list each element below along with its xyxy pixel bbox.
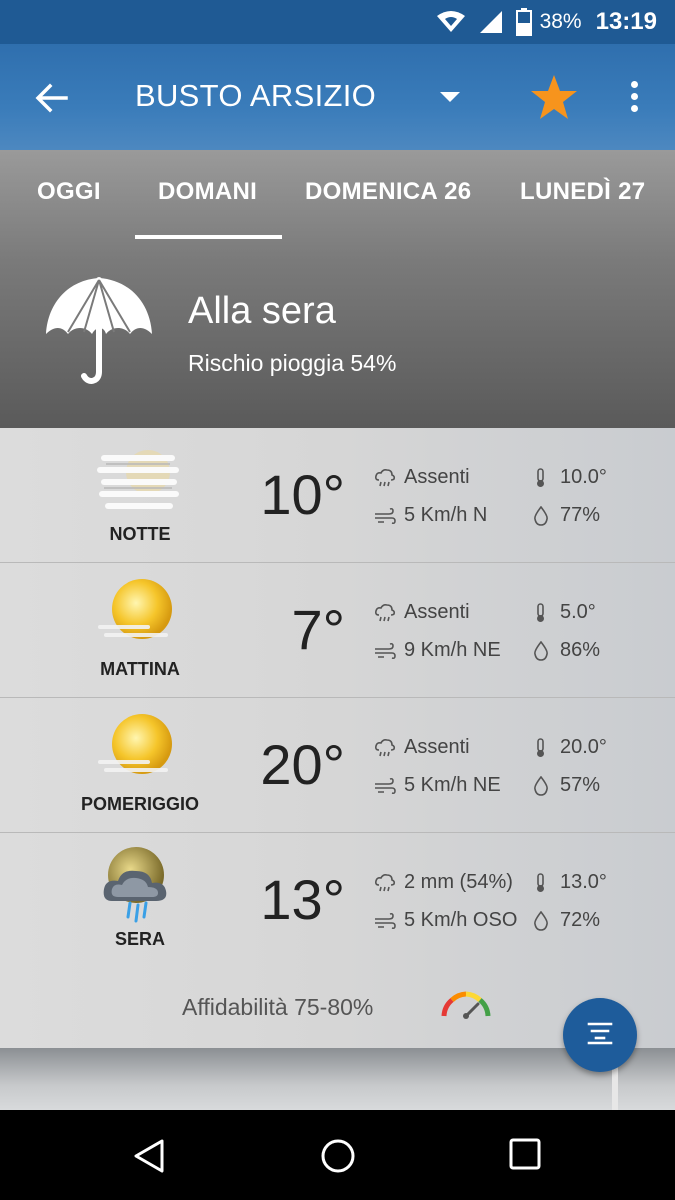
wind-detail: 5 Km/h NE — [374, 774, 501, 797]
battery-percent: 38% — [539, 10, 582, 33]
wind-value: 9 Km/h NE — [404, 639, 501, 661]
precip-detail: Assenti — [374, 601, 470, 624]
sun-haze-icon — [96, 710, 182, 790]
tab-lunedi[interactable]: LUNEDÌ 27 — [520, 178, 645, 206]
rain-cloud-icon — [96, 845, 182, 925]
temperature: 7° — [291, 598, 345, 661]
humidity-value: 72% — [560, 909, 601, 931]
wind-detail: 9 Km/h NE — [374, 639, 501, 662]
nav-back-icon[interactable] — [132, 1138, 166, 1179]
period-label: POMERIGGIO — [80, 794, 199, 814]
forecast-list: NOTTE 10° Assenti 5 Km/h N 10.0° 77% MAT… — [0, 428, 675, 1048]
droplet-icon — [530, 640, 552, 661]
perceived-value: 13.0° — [560, 871, 607, 893]
header: OGGI DOMANI DOMENICA 26 LUNEDÌ 27 Alla s… — [0, 150, 675, 428]
more-vert-icon[interactable] — [622, 76, 646, 116]
precip-value: Assenti — [404, 466, 470, 488]
droplet-icon — [530, 775, 552, 796]
perceived-value: 20.0° — [560, 736, 607, 758]
temperature: 20° — [260, 733, 345, 796]
wind-icon — [374, 776, 396, 796]
precip-detail: 2 mm (54%) — [374, 871, 513, 894]
star-icon[interactable] — [530, 74, 578, 125]
thermometer-icon — [530, 872, 552, 893]
perceived-value: 5.0° — [560, 601, 596, 623]
temperature: 10° — [260, 463, 345, 526]
umbrella-icon — [44, 276, 154, 388]
forecast-row[interactable]: POMERIGGIO 20° Assenti 5 Km/h NE 20.0° 5… — [0, 698, 675, 833]
signal-icon — [478, 9, 504, 35]
humidity-detail: 72% — [530, 909, 600, 932]
perceived-detail: 10.0° — [530, 466, 607, 489]
tab-oggi[interactable]: OGGI — [37, 178, 101, 206]
droplet-icon — [530, 910, 552, 931]
humidity-value: 86% — [560, 639, 601, 661]
period-label: NOTTE — [109, 524, 171, 544]
period-label: MATTINA — [100, 659, 180, 679]
clock: 13:19 — [595, 8, 657, 35]
day-tabs: OGGI DOMANI DOMENICA 26 LUNEDÌ 27 — [0, 150, 675, 240]
humidity-value: 57% — [560, 774, 601, 796]
temperature: 13° — [260, 868, 345, 931]
selected-tab-indicator — [135, 235, 282, 239]
wind-value: 5 Km/h N — [404, 504, 488, 526]
wind-value: 5 Km/h NE — [404, 774, 501, 796]
rain-risk: Rischio pioggia 54% — [188, 350, 397, 376]
precip-value: Assenti — [404, 601, 470, 623]
location-title[interactable]: BUSTO ARSIZIO — [135, 78, 376, 114]
reliability-text: Affidabilità 75-80% — [182, 994, 374, 1020]
navigation-bar — [0, 1110, 675, 1200]
humidity-value: 77% — [560, 504, 601, 526]
precip-detail: Assenti — [374, 466, 470, 489]
humidity-detail: 57% — [530, 774, 600, 797]
wifi-icon — [436, 10, 466, 34]
sun-haze-icon — [96, 575, 182, 655]
humidity-detail: 77% — [530, 504, 600, 527]
period-label: SERA — [114, 929, 165, 949]
humidity-detail: 86% — [530, 639, 600, 662]
thermometer-icon — [530, 467, 552, 488]
summary-when: Alla sera — [188, 290, 336, 332]
app-bar: BUSTO ARSIZIO — [0, 44, 675, 150]
forecast-row[interactable]: SERA 13° 2 mm (54%) 5 Km/h OSO 13.0° 72% — [0, 833, 675, 968]
rain-cloud-small-icon — [374, 738, 396, 758]
filter-list-icon — [586, 1021, 614, 1050]
forecast-row[interactable]: NOTTE 10° Assenti 5 Km/h N 10.0° 77% — [0, 428, 675, 563]
wind-detail: 5 Km/h OSO — [374, 909, 517, 932]
droplet-icon — [530, 505, 552, 526]
wind-value: 5 Km/h OSO — [404, 909, 518, 931]
rain-cloud-small-icon — [374, 873, 396, 893]
precip-value: Assenti — [404, 736, 470, 758]
rain-cloud-small-icon — [374, 468, 396, 488]
status-bar: 38% 13:19 — [0, 0, 675, 44]
back-arrow-icon[interactable] — [34, 80, 70, 116]
perceived-detail: 13.0° — [530, 871, 607, 894]
precip-value: 2 mm (54%) — [404, 871, 513, 893]
rain-cloud-small-icon — [374, 603, 396, 623]
forecast-row[interactable]: MATTINA 7° Assenti 9 Km/h NE 5.0° 86% — [0, 563, 675, 698]
perceived-value: 10.0° — [560, 466, 607, 488]
perceived-detail: 20.0° — [530, 736, 607, 759]
wind-icon — [374, 506, 396, 526]
wind-detail: 5 Km/h N — [374, 504, 487, 527]
filter-fab-button[interactable] — [563, 998, 637, 1072]
battery-icon — [515, 8, 532, 36]
fog-icon — [96, 440, 182, 520]
wind-icon — [374, 911, 396, 931]
nav-home-icon[interactable] — [320, 1138, 356, 1179]
perceived-detail: 5.0° — [530, 601, 596, 624]
gauge-icon — [440, 990, 492, 1020]
dropdown-arrow-icon[interactable] — [440, 92, 460, 102]
wind-icon — [374, 641, 396, 661]
thermometer-icon — [530, 737, 552, 758]
tab-domenica[interactable]: DOMENICA 26 — [305, 178, 471, 206]
nav-recents-icon[interactable] — [509, 1138, 541, 1175]
precip-detail: Assenti — [374, 736, 470, 759]
thermometer-icon — [530, 602, 552, 623]
tab-domani[interactable]: DOMANI — [158, 178, 257, 206]
